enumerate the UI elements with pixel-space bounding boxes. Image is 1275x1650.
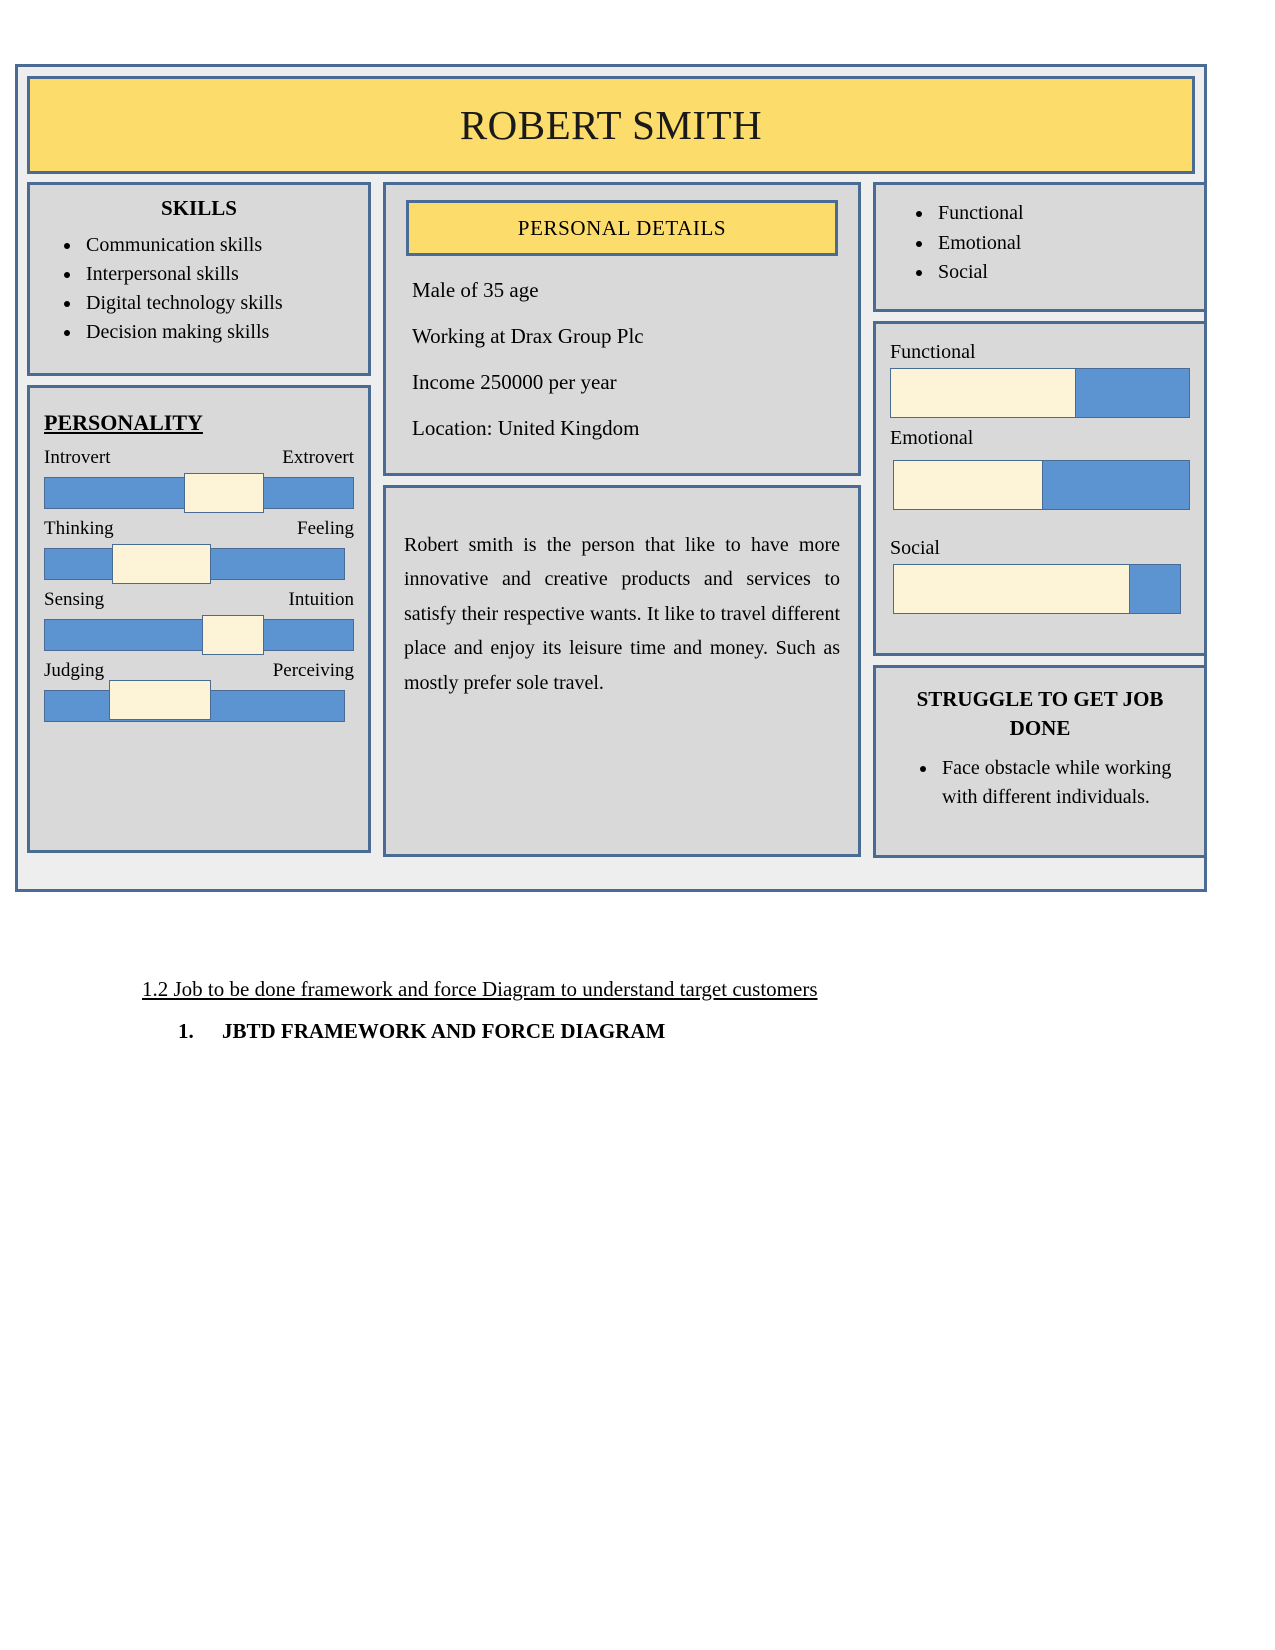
needs-panel: Functional Emotional Social (873, 182, 1207, 312)
meter-social[interactable] (890, 564, 1190, 616)
personality-panel: PERSONALITY Introvert Extrovert Thinking… (27, 385, 371, 853)
bio-text: Robert smith is the person that like to … (404, 534, 840, 694)
trait-slider[interactable] (44, 613, 354, 655)
personal-details-panel: PERSONAL DETAILS Male of 35 age Working … (383, 182, 861, 476)
trait-left-label: Introvert (44, 447, 111, 468)
persona-infographic: ROBERT SMITH SKILLS Communication skills… (15, 64, 1207, 892)
left-column: SKILLS Communication skills Interpersona… (27, 182, 371, 853)
list-item: Emotional (934, 229, 1194, 259)
needs-meters-panel: Functional Emotional Social (873, 321, 1207, 656)
meter-label-functional: Functional (890, 341, 976, 363)
trait-right-label: Feeling (297, 517, 354, 539)
trait-left-label: Judging (44, 659, 105, 681)
meter-label-emotional: Emotional (890, 427, 974, 449)
detail-age: Male of 35 age (412, 278, 539, 302)
trait-judging-perceiving: Judging Perceiving (44, 659, 354, 722)
meter-fill (893, 564, 1130, 614)
infographic-columns: SKILLS Communication skills Interpersona… (27, 182, 1207, 858)
trait-labels: Thinking Feeling (44, 517, 354, 540)
trait-right-label: Intuition (288, 588, 354, 610)
trait-left-label: Sensing (44, 588, 105, 610)
slider-knob[interactable] (109, 679, 212, 720)
list-item: Decision making skills (82, 318, 356, 347)
trait-introvert-extrovert: Introvert Extrovert (44, 447, 354, 513)
meter-label-social: Social (890, 537, 940, 559)
list-item: Functional (934, 199, 1194, 229)
personality-heading: PERSONALITY (44, 410, 203, 435)
trait-left-label: Thinking (44, 517, 114, 539)
bio-panel: Robert smith is the person that like to … (383, 485, 861, 857)
list-item: Communication skills (82, 231, 356, 260)
trait-sensing-intuition: Sensing Intuition (44, 588, 354, 655)
persona-name: ROBERT SMITH (459, 102, 763, 148)
slider-knob[interactable] (183, 472, 265, 513)
struggle-panel: STRUGGLE TO GET JOB DONE Face obstacle w… (873, 665, 1207, 858)
skills-panel: SKILLS Communication skills Interpersona… (27, 182, 371, 376)
trait-slider[interactable] (44, 471, 354, 513)
list-item: Digital technology skills (82, 289, 356, 318)
detail-employer: Working at Drax Group Plc (412, 324, 644, 349)
personal-details-lines: Male of 35 age Working at Drax Group Plc… (398, 278, 846, 441)
personal-details-header: PERSONAL DETAILS (406, 200, 838, 256)
trait-thinking-feeling: Thinking Feeling (44, 517, 354, 584)
trait-labels: Introvert Extrovert (44, 447, 354, 469)
middle-column: PERSONAL DETAILS Male of 35 age Working … (383, 182, 861, 857)
meter-fill (893, 460, 1043, 510)
meter-fill (890, 368, 1076, 418)
meter-functional[interactable] (890, 368, 1190, 420)
list-item: Interpersonal skills (82, 260, 356, 289)
detail-income: Income 250000 per year (412, 370, 617, 395)
personal-details-title: PERSONAL DETAILS (517, 215, 727, 240)
list-item: Face obstacle while working with differe… (938, 754, 1194, 813)
needs-list: Functional Emotional Social (886, 199, 1194, 288)
list-item: Social (934, 258, 1194, 288)
skills-list: Communication skills Interpersonal skill… (42, 231, 356, 347)
numbered-heading: 1. JBTD FRAMEWORK AND FORCE DIAGRAM (178, 1019, 1275, 1044)
trait-slider[interactable] (44, 679, 354, 722)
trait-labels: Judging Perceiving (44, 659, 354, 682)
slider-knob[interactable] (202, 614, 265, 655)
trait-labels: Sensing Intuition (44, 588, 354, 611)
struggle-list: Face obstacle while working with differe… (886, 754, 1194, 813)
detail-location: Location: United Kingdom (412, 416, 640, 441)
trait-slider[interactable] (44, 542, 354, 584)
slider-track (44, 618, 354, 651)
slider-knob[interactable] (112, 543, 212, 584)
right-column: Functional Emotional Social Functional E… (873, 182, 1207, 858)
struggle-heading: STRUGGLE TO GET JOB DONE (916, 687, 1164, 741)
trait-right-label: Perceiving (272, 659, 354, 681)
document-body: 1.2 Job to be done framework and force D… (0, 975, 1275, 1044)
skills-heading: SKILLS (161, 196, 237, 220)
numbered-heading-text: JBTD FRAMEWORK AND FORCE DIAGRAM (222, 1019, 666, 1044)
numbered-heading-number: 1. (178, 1019, 194, 1044)
persona-title-banner: ROBERT SMITH (27, 76, 1195, 174)
trait-right-label: Extrovert (282, 447, 354, 468)
meter-emotional[interactable] (890, 460, 1190, 512)
section-heading: 1.2 Job to be done framework and force D… (142, 977, 818, 1001)
